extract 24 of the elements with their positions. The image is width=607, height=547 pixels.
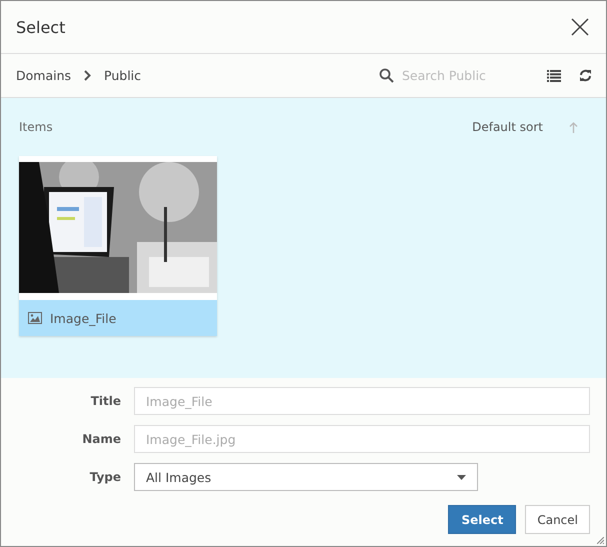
image-icon (28, 312, 42, 324)
dropdown-caret-icon (457, 474, 466, 480)
field-label: Name (81, 432, 121, 446)
refresh-icon[interactable] (579, 69, 592, 82)
field-label: Title (90, 394, 121, 408)
file-name: Image_File (50, 310, 116, 326)
breadcrumb-link[interactable]: Public (104, 68, 142, 83)
chevron-icon (84, 70, 92, 81)
type-dropdown[interactable]: All Images (134, 463, 478, 491)
sort-button[interactable]: Default sort (472, 120, 543, 134)
search-icon (379, 68, 394, 83)
select-button[interactable]: Select (448, 505, 516, 534)
items-heading: Items (19, 120, 53, 134)
list-view-icon[interactable] (547, 70, 561, 82)
breadcrumb-link[interactable]: Domains (16, 68, 72, 83)
text-field[interactable]: Image_File.jpg (134, 425, 590, 453)
file-card[interactable]: Image_File (19, 156, 217, 336)
resize-grip-icon[interactable] (597, 537, 604, 544)
close-icon[interactable] (571, 18, 589, 36)
cancel-button[interactable]: Cancel (525, 505, 590, 534)
text-field[interactable]: Image_File (134, 387, 590, 415)
field-label: Type (88, 470, 121, 484)
window-title: Select (16, 18, 66, 36)
search-field[interactable]: Search Public (400, 67, 524, 84)
